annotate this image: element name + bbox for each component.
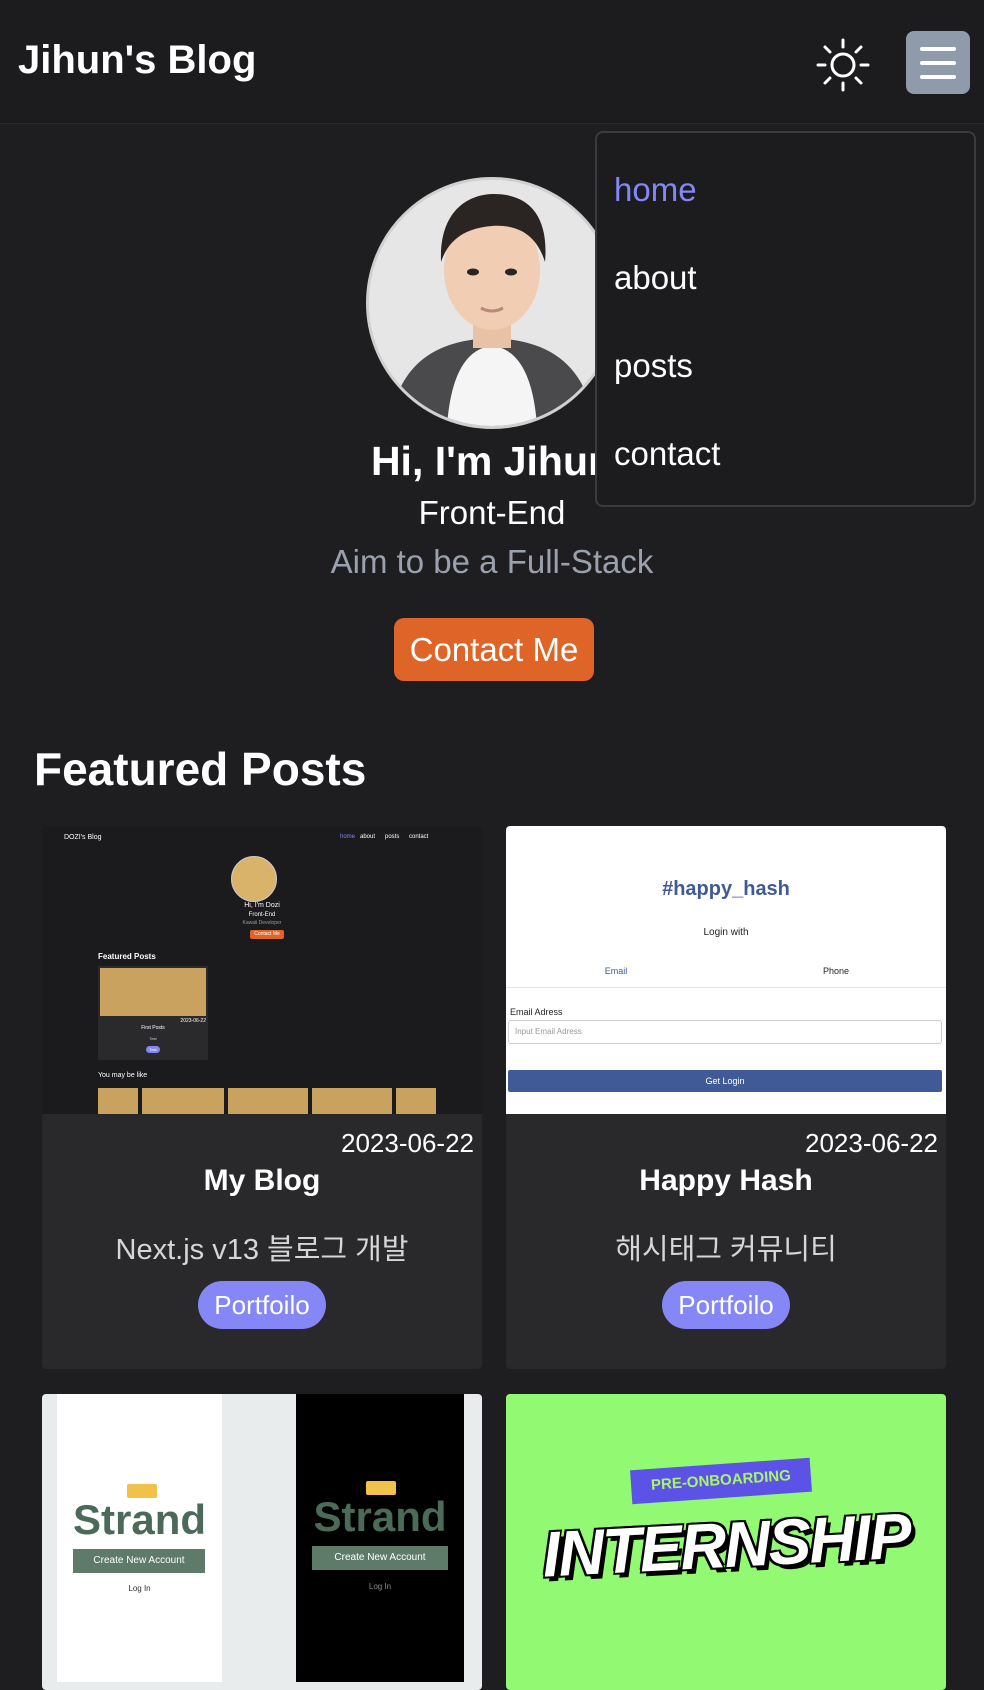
contact-me-button[interactable]: Contact Me bbox=[394, 618, 594, 681]
thumb-contact: Contact Me bbox=[250, 930, 284, 939]
thumb-nav-posts: posts bbox=[385, 834, 400, 840]
avatar bbox=[366, 177, 618, 429]
thumb-tab-phone: Phone bbox=[822, 966, 850, 976]
thumb-greeting: Hi, I'm Dozi bbox=[244, 902, 280, 909]
nav-dropdown-menu: home about posts contact bbox=[595, 131, 976, 507]
hamburger-line bbox=[920, 75, 956, 79]
thumb-title: INTERNSHIP bbox=[540, 1499, 912, 1591]
post-thumbnail: DOZI's Blog home about posts contact Hi,… bbox=[42, 826, 482, 1114]
post-thumbnail: Strand Create New Account Log In Strand … bbox=[42, 1394, 482, 1690]
thumb-tab-email: Email bbox=[604, 966, 628, 976]
thumb-brand: DOZI's Blog bbox=[64, 834, 102, 841]
site-brand[interactable]: Jihun's Blog bbox=[18, 38, 256, 83]
post-card-strand[interactable]: Strand Create New Account Log In Strand … bbox=[42, 1394, 482, 1690]
sun-icon[interactable] bbox=[816, 38, 870, 92]
thumb-email-input: Input Email Adress bbox=[508, 1020, 942, 1044]
menu-item-posts[interactable]: posts bbox=[614, 347, 693, 385]
thumb-strand-dark: Strand Create New Account Log In bbox=[296, 1394, 464, 1682]
thumb-like-item bbox=[312, 1088, 392, 1114]
avatar-portrait bbox=[369, 180, 615, 426]
thumb-like-item bbox=[228, 1088, 308, 1114]
thumb-like: You may be like bbox=[98, 1072, 148, 1079]
post-title: Happy Hash bbox=[639, 1164, 813, 1197]
thumb-strand-light: Strand Create New Account Log In bbox=[57, 1394, 222, 1682]
thumb-nav-home: home bbox=[340, 834, 356, 840]
menu-item-about[interactable]: about bbox=[614, 259, 697, 297]
hero-aim: Aim to be a Full-Stack bbox=[330, 543, 654, 580]
post-card-internship[interactable]: PRE-ONBOARDING INTERNSHIP bbox=[506, 1394, 946, 1690]
hamburger-line bbox=[920, 61, 956, 65]
post-thumbnail: #happy_hash Login with Email Phone Email… bbox=[506, 826, 946, 1114]
thumb-login-with: Login with bbox=[703, 927, 749, 938]
hamburger-menu-button[interactable] bbox=[906, 31, 970, 94]
site-header: Jihun's Blog bbox=[0, 0, 984, 124]
thumb-avatar bbox=[231, 856, 277, 902]
post-date: 2023-06-22 bbox=[805, 1128, 938, 1158]
post-title: My Blog bbox=[203, 1164, 321, 1197]
thumb-role: Front-End bbox=[248, 912, 276, 918]
thumb-nav-contact: contact bbox=[409, 834, 429, 840]
menu-item-contact[interactable]: contact bbox=[614, 435, 720, 473]
thumb-post-card: 2023-06-22 First Posts Test Test bbox=[98, 966, 208, 1060]
post-card-happy-hash[interactable]: #happy_hash Login with Email Phone Email… bbox=[506, 826, 946, 1369]
thumb-divider bbox=[506, 987, 946, 988]
thumb-email-label: Email Adress bbox=[510, 1007, 563, 1017]
menu-item-home[interactable]: home bbox=[614, 171, 697, 209]
post-category-badge[interactable]: Portfoilo bbox=[662, 1281, 790, 1329]
hamburger-line bbox=[920, 47, 956, 51]
thumb-submit: Get Login bbox=[508, 1070, 942, 1092]
thumb-like-item bbox=[142, 1088, 224, 1114]
thumb-banner: PRE-ONBOARDING bbox=[630, 1457, 812, 1505]
post-category-badge[interactable]: Portfoilo bbox=[198, 1281, 326, 1329]
thumb-aim: Kawaii Developer bbox=[242, 920, 282, 926]
thumb-nav-about: about bbox=[360, 834, 376, 840]
post-description: Next.js v13 블로그 개발 bbox=[115, 1234, 409, 1266]
thumb-logo: #happy_hash bbox=[662, 878, 790, 900]
featured-posts-title: Featured Posts bbox=[34, 743, 367, 795]
post-description: 해시태그 커뮤니티 bbox=[615, 1234, 837, 1266]
thumb-like-item bbox=[98, 1088, 138, 1114]
thumb-like-item bbox=[396, 1088, 436, 1114]
post-card-my-blog[interactable]: DOZI's Blog home about posts contact Hi,… bbox=[42, 826, 482, 1369]
post-date: 2023-06-22 bbox=[341, 1128, 474, 1158]
thumb-featured: Featured Posts bbox=[98, 952, 156, 961]
post-thumbnail: PRE-ONBOARDING INTERNSHIP bbox=[506, 1394, 946, 1690]
